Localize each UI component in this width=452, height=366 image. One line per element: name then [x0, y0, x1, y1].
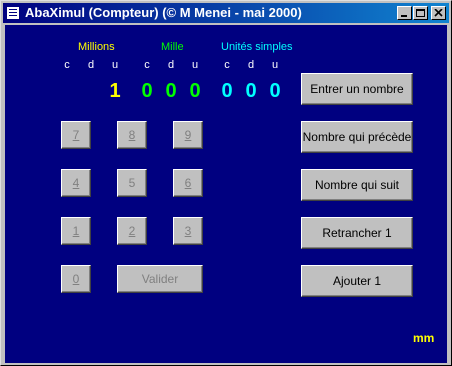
title-bar[interactable]: AbaXimul (Compteur) (© M Menei - mai 200…: [3, 3, 449, 23]
sub-millions-d: d: [87, 59, 95, 71]
close-button[interactable]: [431, 6, 446, 20]
key-7[interactable]: 7: [61, 121, 91, 149]
digit-unites-c: 0: [221, 80, 233, 102]
key-3[interactable]: 3: [173, 217, 203, 245]
entrer-nombre-button[interactable]: Entrer un nombre: [301, 73, 413, 105]
digit-mille-c: 0: [141, 80, 153, 102]
sub-millions-u: u: [111, 59, 119, 71]
key-1[interactable]: 1: [61, 217, 91, 245]
sub-unites-u: u: [271, 59, 279, 71]
header-unites: Unités simples: [221, 41, 293, 53]
digit-mille-d: 0: [165, 80, 177, 102]
key-8[interactable]: 8: [117, 121, 147, 149]
key-0[interactable]: 0: [61, 265, 91, 293]
sub-unites-c: c: [224, 59, 230, 71]
minimize-button[interactable]: [397, 6, 412, 20]
maximize-icon: [416, 9, 425, 17]
sub-mille-c: c: [144, 59, 150, 71]
minimize-icon: [401, 15, 407, 17]
app-icon[interactable]: [6, 6, 20, 20]
key-2[interactable]: 2: [117, 217, 147, 245]
nombre-precede-button[interactable]: Nombre qui précède: [301, 121, 413, 153]
header-millions: Millions: [78, 41, 115, 53]
retrancher-button[interactable]: Retrancher 1: [301, 217, 413, 249]
digit-mille-u: 0: [189, 80, 201, 102]
digit-unites-d: 0: [245, 80, 257, 102]
maximize-button[interactable]: [413, 6, 428, 20]
key-4[interactable]: 4: [61, 169, 91, 197]
close-icon: [434, 9, 443, 17]
key-6[interactable]: 6: [173, 169, 203, 197]
digit-unites-u: 0: [269, 80, 281, 102]
counter-panel: Millions Mille Unités simples c d u c d …: [5, 25, 447, 363]
sub-mille-u: u: [191, 59, 199, 71]
nombre-suit-button[interactable]: Nombre qui suit: [301, 169, 413, 201]
sub-unites-d: d: [247, 59, 255, 71]
ajouter-button[interactable]: Ajouter 1: [301, 265, 413, 297]
sub-millions-c: c: [64, 59, 70, 71]
key-5[interactable]: 5: [117, 169, 147, 197]
window-title: AbaXimul (Compteur) (© M Menei - mai 200…: [25, 5, 302, 20]
author-mark: mm: [413, 331, 435, 345]
app-window: AbaXimul (Compteur) (© M Menei - mai 200…: [0, 0, 452, 366]
digit-millions-u: 1: [109, 80, 121, 102]
valider-button[interactable]: Valider: [117, 265, 203, 293]
sub-mille-d: d: [167, 59, 175, 71]
key-9[interactable]: 9: [173, 121, 203, 149]
header-mille: Mille: [161, 41, 184, 53]
